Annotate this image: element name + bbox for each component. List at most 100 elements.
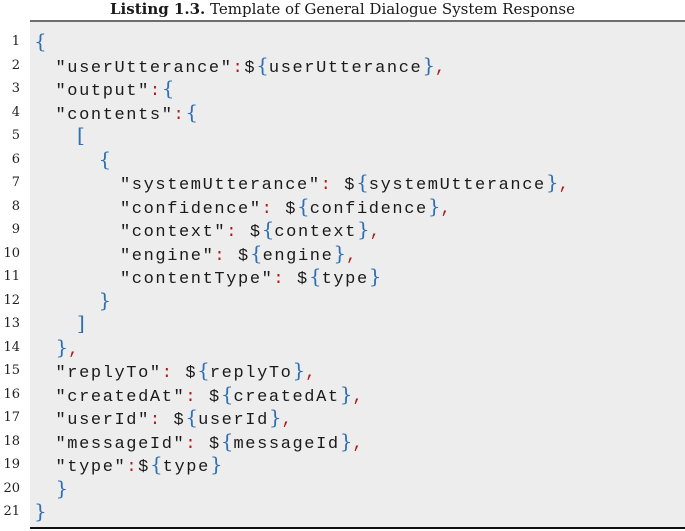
text-token: type xyxy=(321,270,369,289)
line-number: 21 xyxy=(3,504,20,519)
text-token: $ xyxy=(197,434,221,454)
brace-token: { xyxy=(220,381,234,406)
code-line: 6{ xyxy=(0,146,685,172)
text-token: $ xyxy=(238,223,262,242)
brace-token: } xyxy=(268,405,282,429)
line-number: 15 xyxy=(3,363,20,378)
code-line: 9 "context": ${context}, xyxy=(0,217,685,242)
text-token: engine xyxy=(262,246,334,266)
text-token: "type" xyxy=(55,458,127,477)
punctuation-token: , xyxy=(352,387,365,407)
code-line: 20} xyxy=(0,475,685,501)
brace-token: { xyxy=(297,193,310,218)
text-token: $ xyxy=(138,458,150,477)
code-line: 13] xyxy=(0,311,685,336)
punctuation-token: , xyxy=(346,246,358,266)
code-line: 10 "engine": ${engine}, xyxy=(0,241,685,266)
punctuation-token: , xyxy=(68,340,81,360)
brace-token: } xyxy=(34,499,47,523)
brace-token: } xyxy=(209,452,223,476)
text-token: "messageId" xyxy=(55,434,186,454)
text-token: "userId" xyxy=(55,411,150,430)
brace-token: { xyxy=(261,217,275,241)
text-token: $ xyxy=(273,199,298,219)
punctuation-token: : xyxy=(226,223,239,242)
line-number: 13 xyxy=(3,316,20,331)
code-line: 14}, xyxy=(0,334,685,360)
code-line: 19 "type":${type} xyxy=(0,452,685,477)
punctuation-token: : xyxy=(214,246,227,266)
text-token: "createdAt" xyxy=(55,387,186,407)
punctuation-token: , xyxy=(435,58,447,78)
text-token: context xyxy=(274,223,357,242)
code-line: 8 "confidence": ${confidence}, xyxy=(0,193,685,219)
code-line: 4 "contents":{ xyxy=(0,100,685,125)
text-token: "contents" xyxy=(55,105,174,125)
line-number: 9 xyxy=(11,222,20,237)
code-line: 15 "replyTo": ${replyTo}, xyxy=(0,358,685,383)
brace-token: } xyxy=(339,428,353,453)
brace-token: { xyxy=(161,76,175,100)
punctuation-token: , xyxy=(305,364,318,383)
brace-token: } xyxy=(55,334,69,359)
line-number: 12 xyxy=(3,292,20,308)
code-line: 3 "output":{ xyxy=(0,76,685,101)
brace-token: } xyxy=(55,475,69,500)
text-token: "userUtterance" xyxy=(55,58,233,78)
line-number: 5 xyxy=(11,128,20,143)
listing-title: Template of General Dialogue System Resp… xyxy=(205,0,575,18)
text-token: systemUtterance xyxy=(368,176,546,195)
code-line: 21} xyxy=(0,499,685,527)
code-line: 12} xyxy=(0,287,685,313)
brace-token: } xyxy=(339,381,353,406)
brace-token: } xyxy=(292,358,306,382)
punctuation-token: : xyxy=(185,434,198,454)
code-line: 18 "messageId": ${messageId}, xyxy=(0,428,685,454)
punctuation-token: , xyxy=(440,199,453,219)
brace-token: } xyxy=(98,287,112,312)
brace-token: { xyxy=(197,358,210,382)
punctuation-token: : xyxy=(126,458,139,477)
punctuation-token: , xyxy=(558,176,571,195)
code-line: 1{ xyxy=(0,29,685,54)
text-token: "contentType" xyxy=(120,270,274,289)
brace-token: } xyxy=(368,264,382,288)
brace-token: { xyxy=(34,29,47,53)
brace-token: { xyxy=(185,405,199,429)
brace-token: { xyxy=(220,428,234,453)
punctuation-token: : xyxy=(261,199,274,219)
punctuation-token: : xyxy=(273,270,286,289)
punctuation-token: : xyxy=(149,411,162,430)
code-line: 11 "contentType": ${type} xyxy=(0,264,685,289)
line-number: 19 xyxy=(3,457,20,472)
brace-token: [ xyxy=(77,123,85,147)
text-token: "replyTo" xyxy=(55,364,162,383)
brace-token: } xyxy=(422,52,436,77)
text-token: type xyxy=(162,458,210,477)
punctuation-token: : xyxy=(161,364,174,383)
bottom-rule xyxy=(30,527,685,529)
line-number: 18 xyxy=(3,433,20,449)
line-number: 10 xyxy=(3,245,20,261)
text-token: $ xyxy=(173,364,198,383)
brace-token: } xyxy=(545,170,559,194)
code-line: 16 "createdAt": ${createdAt}, xyxy=(0,381,685,407)
brace-token: { xyxy=(308,264,322,288)
line-number: 20 xyxy=(3,480,20,496)
line-number: 7 xyxy=(11,175,20,190)
punctuation-token: , xyxy=(281,411,294,430)
text-token: userUtterance xyxy=(268,58,423,78)
text-token: "systemUtterance" xyxy=(120,176,321,195)
line-number: 2 xyxy=(11,57,20,73)
line-number: 8 xyxy=(11,198,20,214)
text-token: replyTo xyxy=(209,364,293,383)
text-token: confidence xyxy=(309,199,428,219)
punctuation-token: : xyxy=(173,105,186,125)
text-token: $ xyxy=(332,176,357,195)
code-text: } xyxy=(34,499,47,527)
listing-label: Listing 1.3. xyxy=(110,0,206,18)
brace-token: ] xyxy=(77,311,85,335)
punctuation-token: , xyxy=(369,223,382,242)
brace-token: { xyxy=(98,146,112,171)
punctuation-token: : xyxy=(149,82,162,101)
